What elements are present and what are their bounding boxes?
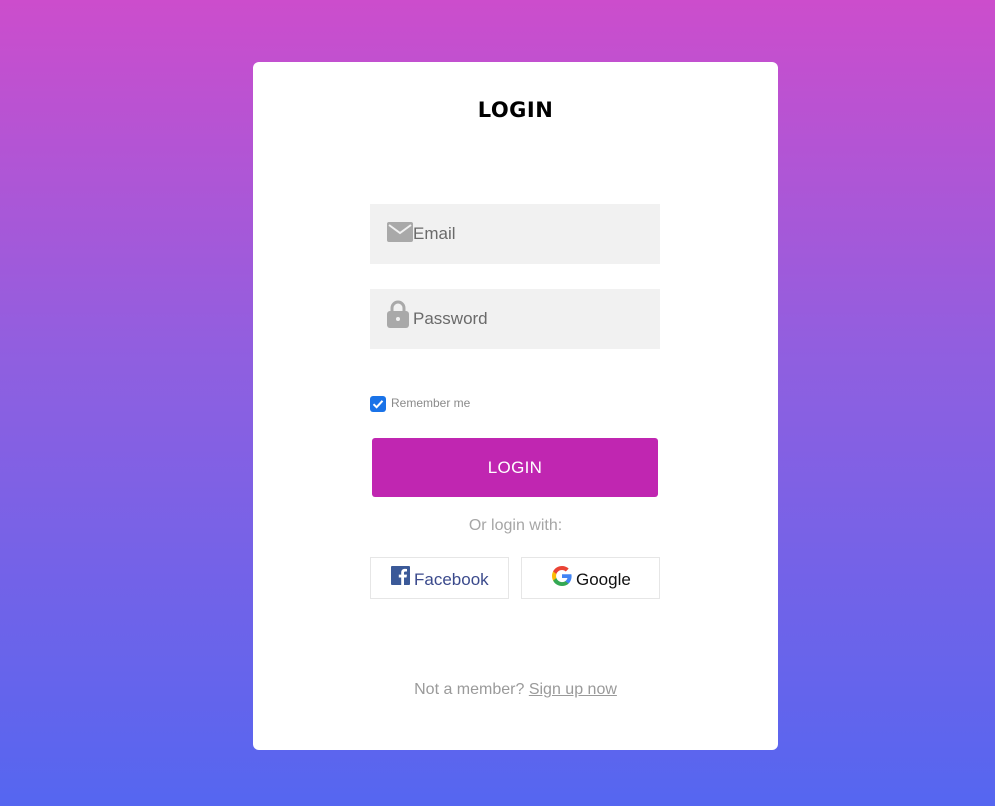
facebook-login-button[interactable]: Facebook	[370, 557, 509, 599]
email-input[interactable]	[413, 204, 643, 264]
google-login-button[interactable]: Google	[521, 557, 660, 599]
login-card: LOGIN Remember me LOGIN Or login	[253, 62, 778, 750]
signup-prompt: Not a member? Sign up now	[253, 681, 778, 699]
remember-me-label: Remember me	[391, 396, 471, 410]
lock-icon	[387, 300, 409, 333]
password-field[interactable]	[370, 289, 660, 349]
signup-link[interactable]: Sign up now	[529, 681, 617, 698]
google-label: Google	[576, 570, 631, 589]
or-login-with-text: Or login with:	[468, 517, 563, 534]
facebook-icon	[391, 566, 410, 590]
remember-me[interactable]: Remember me	[370, 395, 470, 413]
email-field[interactable]	[370, 204, 660, 264]
login-button[interactable]: LOGIN	[372, 438, 658, 497]
envelope-icon	[387, 222, 413, 249]
not-a-member-text: Not a member?	[414, 681, 525, 698]
checkmark-icon	[372, 400, 384, 409]
remember-me-checkbox[interactable]	[370, 396, 386, 412]
password-input[interactable]	[413, 289, 643, 349]
facebook-label: Facebook	[414, 570, 489, 589]
google-icon	[552, 566, 572, 591]
page-title: LOGIN	[477, 98, 554, 122]
